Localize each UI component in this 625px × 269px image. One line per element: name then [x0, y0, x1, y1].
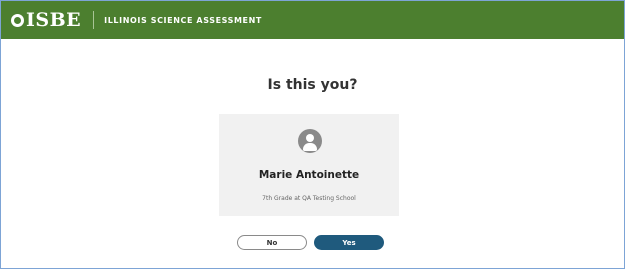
isbe-logo-mark-icon — [11, 13, 24, 27]
user-avatar-icon — [298, 129, 322, 153]
student-card: Marie Antoinette 7th Grade at QA Testing… — [219, 114, 399, 216]
page-question: Is this you? — [267, 77, 358, 93]
no-button[interactable]: No — [237, 235, 307, 250]
app-window: ISBE ILLINOIS SCIENCE ASSESSMENT Is this… — [0, 0, 625, 269]
avatar-head — [306, 134, 314, 142]
student-name: Marie Antoinette — [258, 169, 360, 181]
header-divider — [93, 11, 95, 29]
isbe-logo: ISBE — [11, 9, 81, 31]
header-title: ILLINOIS SCIENCE ASSESSMENT — [104, 15, 262, 25]
student-details: 7th Grade at QA Testing School — [262, 195, 356, 202]
avatar-body — [303, 143, 317, 151]
yes-button[interactable]: Yes — [314, 235, 384, 250]
top-header: ISBE ILLINOIS SCIENCE ASSESSMENT — [1, 1, 624, 39]
logo-text: ISBE — [26, 9, 82, 31]
